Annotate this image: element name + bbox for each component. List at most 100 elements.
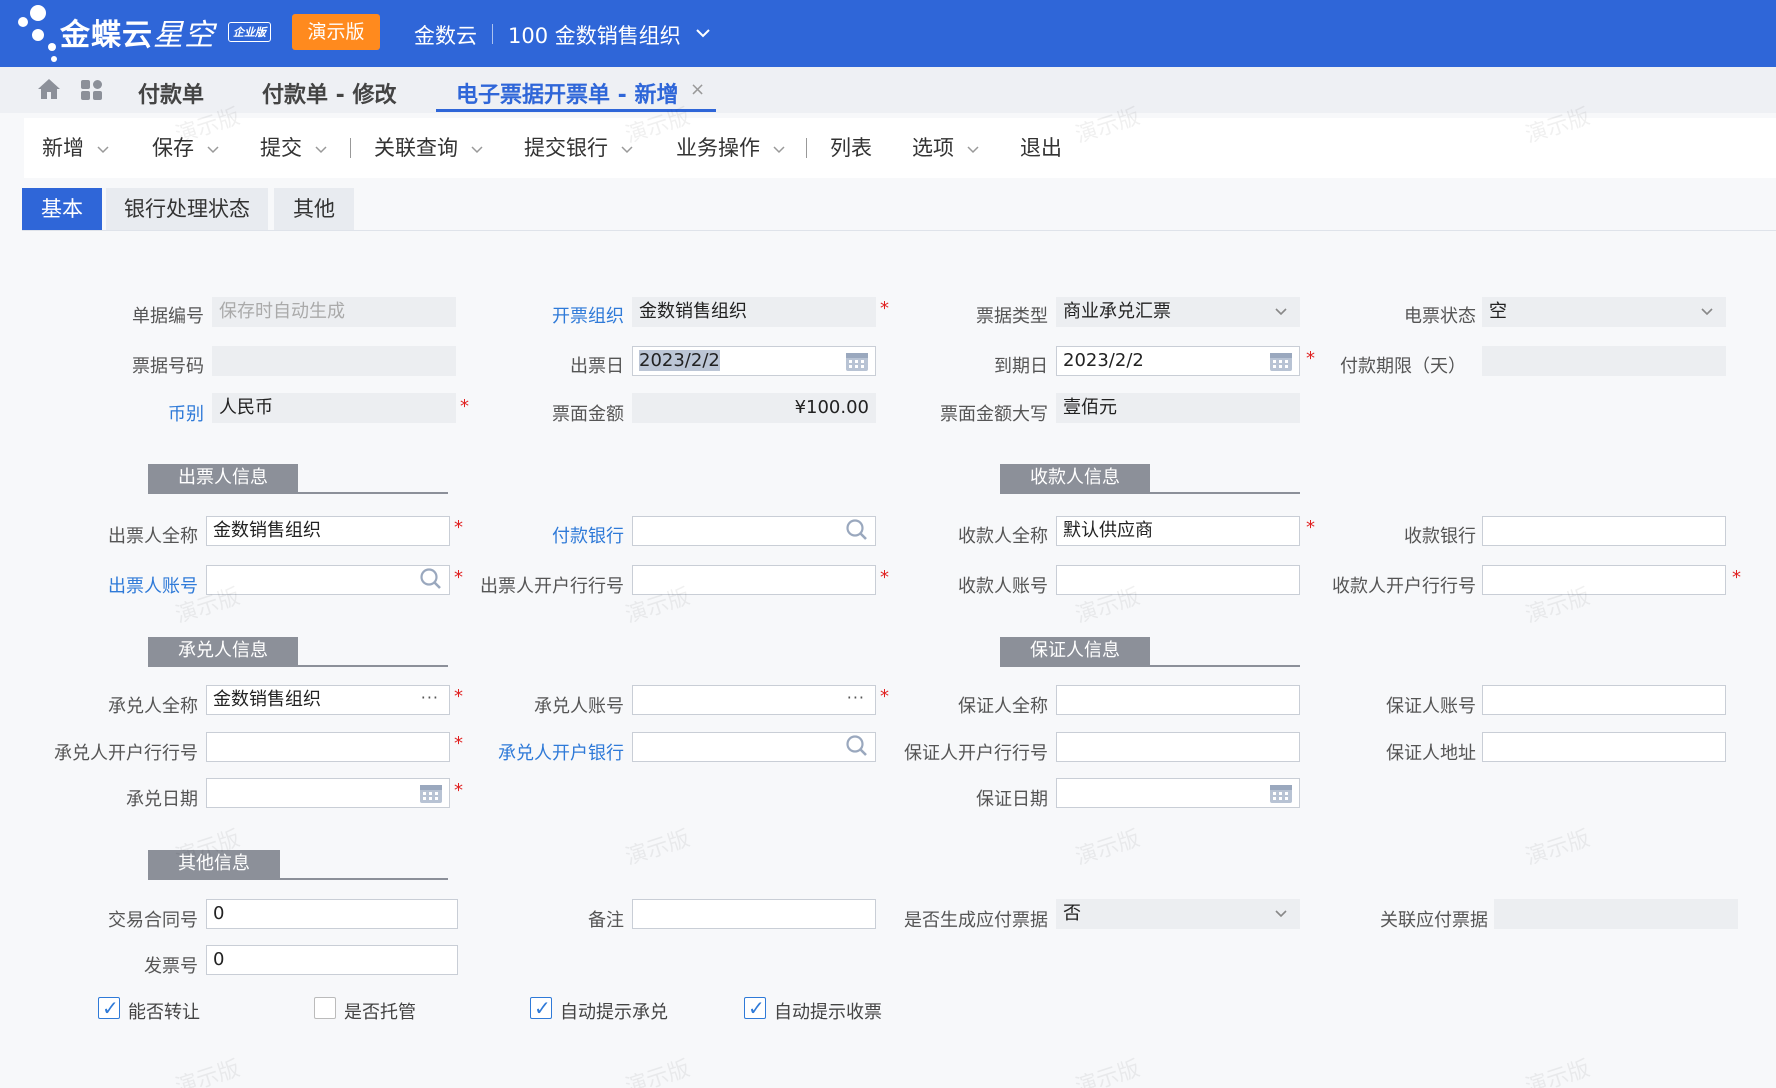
amount-cn-field[interactable]: 壹佰元 bbox=[1056, 393, 1300, 423]
save-button[interactable]: 保存 bbox=[152, 132, 220, 162]
due-date-field[interactable]: 2023/2/2 bbox=[1056, 346, 1300, 376]
drawer-bank-no-field[interactable] bbox=[632, 565, 876, 595]
org-selector[interactable]: 100 金数销售组织 bbox=[508, 20, 681, 50]
bill-code-field[interactable] bbox=[212, 346, 456, 376]
search-icon[interactable] bbox=[845, 734, 869, 758]
auto-accept-label: 自动提示承兑 bbox=[560, 1002, 668, 1023]
drawer-account-field[interactable] bbox=[206, 565, 450, 595]
amount-field[interactable]: ¥100.00 bbox=[632, 393, 876, 423]
payee-bank-label: 收款银行 bbox=[1404, 526, 1476, 547]
acceptor-date-field[interactable] bbox=[206, 778, 450, 808]
acceptor-name-field[interactable]: 金数销售组织 ··· bbox=[206, 685, 450, 715]
tab-e-bill-new[interactable]: 电子票据开票单 - 新增 bbox=[456, 77, 678, 109]
chevron-down-icon[interactable] bbox=[470, 142, 484, 156]
invoice-label: 发票号 bbox=[144, 956, 198, 977]
chevron-down-icon[interactable] bbox=[966, 142, 980, 156]
issue-org-field[interactable]: 金数销售组织 bbox=[632, 297, 876, 327]
related-query-button[interactable]: 关联查询 bbox=[374, 132, 484, 162]
calendar-icon[interactable] bbox=[1269, 350, 1293, 372]
guarantor-bank-no-label: 保证人开户行行号 bbox=[904, 743, 1048, 764]
more-icon[interactable]: ··· bbox=[847, 686, 865, 712]
required-mark: * bbox=[454, 780, 463, 801]
pay-bank-label[interactable]: 付款银行 bbox=[536, 522, 624, 548]
payee-name-field[interactable]: 默认供应商 bbox=[1056, 516, 1300, 546]
guarantor-bank-no-field[interactable] bbox=[1056, 732, 1300, 762]
chevron-down-icon[interactable] bbox=[1273, 304, 1289, 320]
bill-type-select[interactable]: 商业承兑汇票 bbox=[1056, 297, 1300, 327]
payee-account-field[interactable] bbox=[1056, 565, 1300, 595]
chevron-down-icon[interactable] bbox=[620, 142, 634, 156]
demo-badge: 演示版 bbox=[292, 14, 380, 50]
payee-bank-field[interactable] bbox=[1482, 516, 1726, 546]
required-mark: * bbox=[880, 298, 889, 319]
bill-no-label: 单据编号 bbox=[132, 306, 204, 327]
calendar-icon[interactable] bbox=[845, 350, 869, 372]
remark-field[interactable] bbox=[632, 899, 876, 929]
chevron-down-icon[interactable] bbox=[694, 24, 712, 42]
search-icon[interactable] bbox=[419, 567, 443, 591]
submit-bank-button[interactable]: 提交银行 bbox=[524, 132, 634, 162]
chevron-down-icon[interactable] bbox=[1699, 304, 1715, 320]
new-button[interactable]: 新增 bbox=[42, 132, 110, 162]
auto-receive-checkbox[interactable]: ✓ bbox=[744, 996, 766, 1020]
guarantor-date-field[interactable] bbox=[1056, 778, 1300, 808]
chevron-down-icon[interactable] bbox=[314, 142, 328, 156]
currency-label[interactable]: 币别 bbox=[150, 400, 204, 426]
tenant-name[interactable]: 金数云 bbox=[414, 20, 477, 50]
auto-accept-checkbox[interactable]: ✓ bbox=[530, 996, 552, 1020]
calendar-icon[interactable] bbox=[419, 782, 443, 804]
payee-bank-no-field[interactable] bbox=[1482, 565, 1726, 595]
check-icon: ✓ bbox=[534, 996, 551, 1020]
demo-watermark: 演示版 bbox=[172, 1056, 244, 1088]
apps-grid-icon[interactable] bbox=[80, 79, 104, 101]
bill-no-field[interactable]: 保存时自动生成 bbox=[212, 297, 456, 327]
options-button[interactable]: 选项 bbox=[912, 132, 980, 162]
exit-button[interactable]: 退出 bbox=[1020, 132, 1062, 162]
business-ops-button[interactable]: 业务操作 bbox=[676, 132, 786, 162]
drawer-name-field[interactable]: 金数销售组织 bbox=[206, 516, 450, 546]
tab-divider bbox=[22, 230, 1776, 231]
e-status-select[interactable]: 空 bbox=[1482, 297, 1726, 327]
tab-other[interactable]: 其他 bbox=[274, 188, 354, 230]
drawer-account-label[interactable]: 出票人账号 bbox=[92, 572, 198, 598]
chevron-down-icon[interactable] bbox=[1273, 906, 1289, 922]
guarantor-account-field[interactable] bbox=[1482, 685, 1726, 715]
pay-term-field[interactable] bbox=[1482, 346, 1726, 376]
tab-basic[interactable]: 基本 bbox=[22, 188, 102, 230]
acceptor-bank-label[interactable]: 承兑人开户银行 bbox=[484, 739, 624, 765]
home-icon[interactable] bbox=[36, 77, 62, 101]
tab-payment-bill-edit[interactable]: 付款单 - 修改 bbox=[262, 77, 396, 109]
tab-payment-bill[interactable]: 付款单 bbox=[138, 77, 204, 109]
bill-type-label: 票据类型 bbox=[976, 306, 1048, 327]
required-mark: * bbox=[460, 396, 469, 417]
chevron-down-icon[interactable] bbox=[206, 142, 220, 156]
acceptor-account-field[interactable]: ··· bbox=[632, 685, 876, 715]
acceptor-bank-no-field[interactable] bbox=[206, 732, 450, 762]
tab-bank-status[interactable]: 银行处理状态 bbox=[106, 188, 268, 230]
currency-field[interactable]: 人民币 bbox=[212, 393, 456, 423]
guarantor-address-field[interactable] bbox=[1482, 732, 1726, 762]
submit-button[interactable]: 提交 bbox=[260, 132, 328, 162]
more-icon[interactable]: ··· bbox=[421, 686, 439, 712]
contract-field[interactable]: 0 bbox=[206, 899, 458, 929]
required-mark: * bbox=[454, 567, 463, 588]
issue-org-label[interactable]: 开票组织 bbox=[536, 302, 624, 328]
required-mark: * bbox=[454, 517, 463, 538]
guarantor-name-field[interactable] bbox=[1056, 685, 1300, 715]
related-payable-field[interactable] bbox=[1494, 899, 1738, 929]
chevron-down-icon[interactable] bbox=[772, 142, 786, 156]
issue-date-field[interactable]: 2023/2/2 bbox=[632, 346, 876, 376]
transferable-checkbox[interactable]: ✓ bbox=[98, 996, 120, 1020]
close-icon[interactable]: × bbox=[690, 79, 705, 100]
gen-payable-select[interactable]: 否 bbox=[1056, 899, 1300, 929]
invoice-field[interactable]: 0 bbox=[206, 945, 458, 975]
required-mark: * bbox=[454, 686, 463, 707]
chevron-down-icon[interactable] bbox=[96, 142, 110, 156]
acceptor-bank-field[interactable] bbox=[632, 732, 876, 762]
list-button[interactable]: 列表 bbox=[830, 132, 872, 162]
search-icon[interactable] bbox=[845, 518, 869, 542]
pay-bank-field[interactable] bbox=[632, 516, 876, 546]
toolbar: 新增 保存 提交 关联查询 提交银行 业务操作 列表 选项 退出 bbox=[24, 118, 1776, 178]
custody-checkbox[interactable] bbox=[314, 997, 336, 1019]
calendar-icon[interactable] bbox=[1269, 782, 1293, 804]
